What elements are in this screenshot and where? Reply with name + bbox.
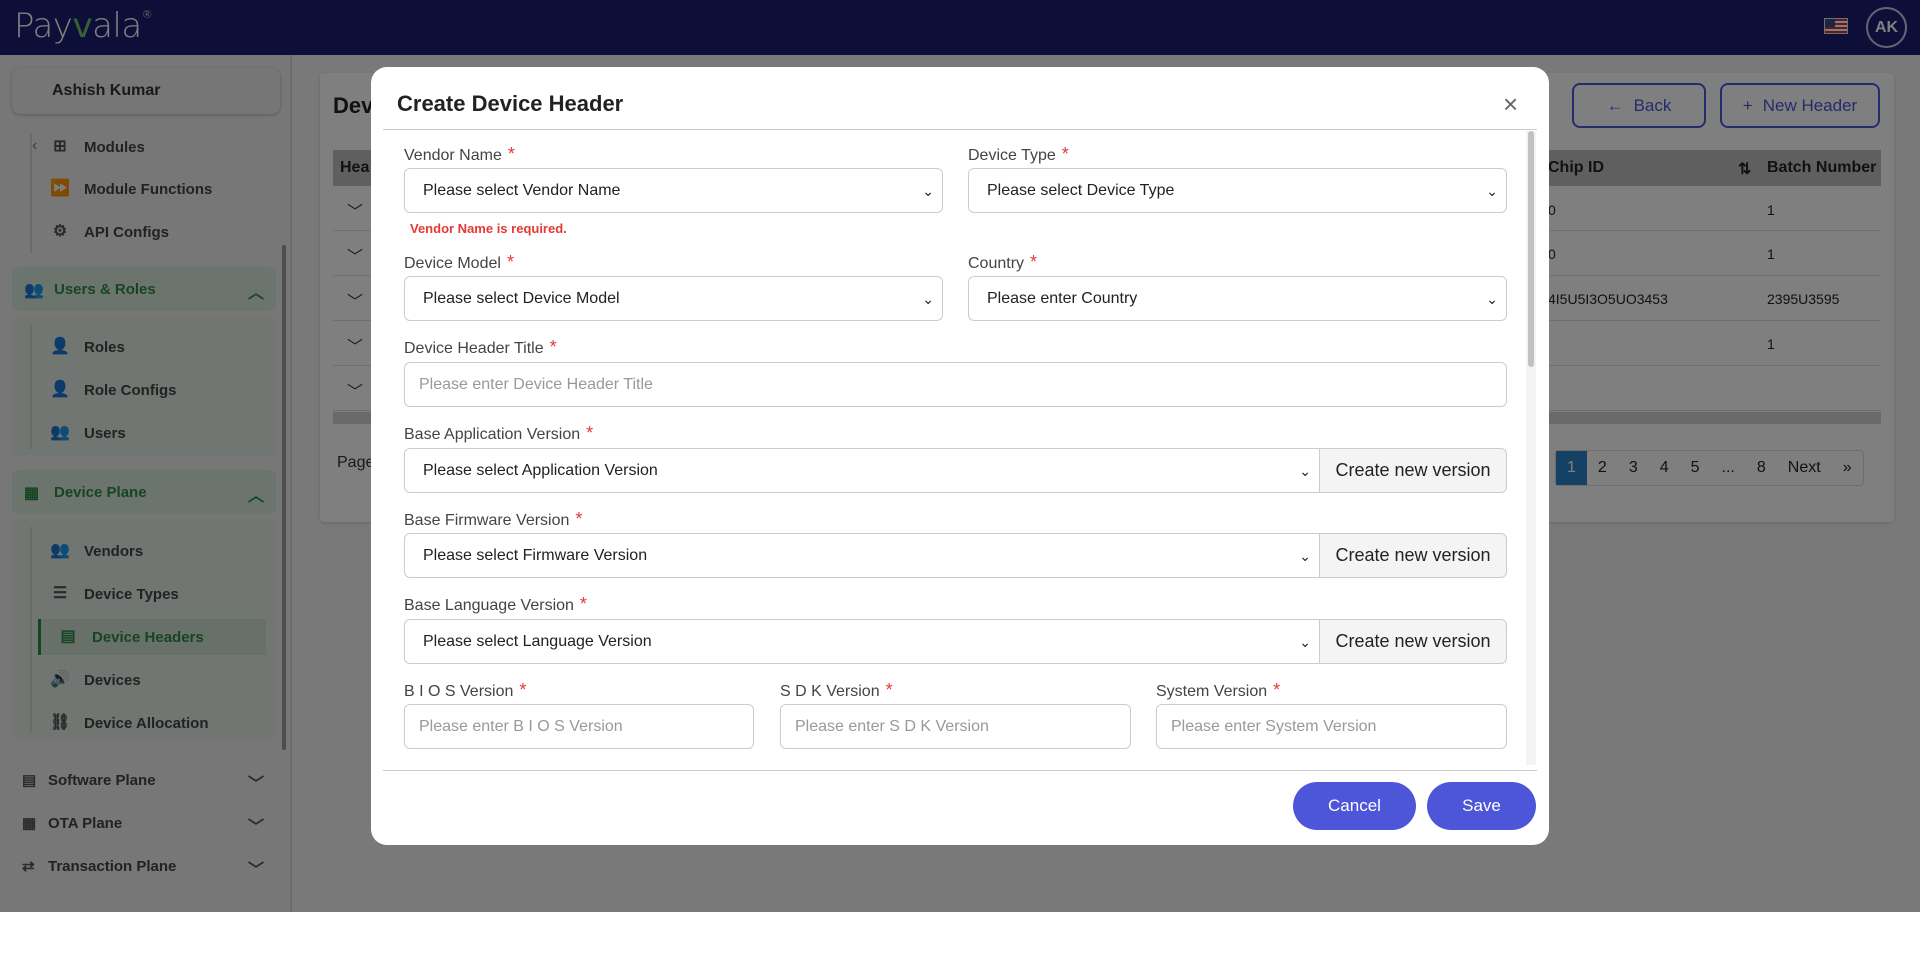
chevron-down-icon: ⌄	[1486, 183, 1498, 199]
base-language-version-label: Base Language Version *	[404, 594, 587, 614]
base-language-version-select[interactable]: Please select Language Version ⌄	[404, 619, 1320, 664]
chevron-down-icon: ⌄	[922, 183, 934, 199]
base-firmware-version-label: Base Firmware Version *	[404, 509, 583, 529]
divider	[383, 129, 1537, 130]
cancel-button[interactable]: Cancel	[1293, 782, 1416, 830]
device-type-select[interactable]: Please select Device Type ⌄	[968, 168, 1507, 213]
device-header-title-label: Device Header Title *	[404, 337, 557, 357]
modal-scrollbar[interactable]	[1526, 131, 1536, 765]
chevron-down-icon: ⌄	[1486, 291, 1498, 307]
chevron-down-icon: ⌄	[1299, 463, 1311, 479]
vendor-name-select[interactable]: Please select Vendor Name ⌄	[404, 168, 943, 213]
chevron-down-icon: ⌄	[1299, 548, 1311, 564]
bios-version-label: B I O S Version *	[404, 680, 527, 700]
app-root: Payvala® AK Ashish Kumar ‹ ⊞Modules ⏩Mod…	[0, 0, 1920, 912]
divider	[383, 770, 1537, 771]
sdk-version-input[interactable]: Please enter S D K Version	[780, 704, 1131, 749]
base-application-version-select[interactable]: Please select Application Version ⌄	[404, 448, 1320, 493]
modal-title: Create Device Header	[397, 91, 624, 116]
create-firmware-version-button[interactable]: Create new version	[1319, 533, 1507, 578]
chevron-down-icon: ⌄	[922, 291, 934, 307]
create-device-header-modal: Create Device Header × Vendor Name * Plea…	[371, 67, 1549, 845]
device-model-label: Device Model *	[404, 252, 514, 272]
country-label: Country *	[968, 252, 1038, 272]
base-application-version-label: Base Application Version *	[404, 423, 594, 443]
device-header-title-input[interactable]: Please enter Device Header Title	[404, 362, 1507, 407]
sdk-version-label: S D K Version *	[780, 680, 893, 700]
country-select[interactable]: Please enter Country ⌄	[968, 276, 1507, 321]
vendor-name-error: Vendor Name is required.	[410, 221, 567, 236]
create-app-version-button[interactable]: Create new version	[1319, 448, 1507, 493]
system-version-input[interactable]: Please enter System Version	[1156, 704, 1507, 749]
device-model-select[interactable]: Please select Device Model ⌄	[404, 276, 943, 321]
bios-version-input[interactable]: Please enter B I O S Version	[404, 704, 754, 749]
create-language-version-button[interactable]: Create new version	[1319, 619, 1507, 664]
system-version-label: System Version *	[1156, 680, 1281, 700]
device-type-label: Device Type *	[968, 144, 1069, 164]
close-icon[interactable]: ×	[1503, 89, 1518, 120]
save-button[interactable]: Save	[1427, 782, 1536, 830]
modal-body: Vendor Name * Please select Vendor Name ⌄ …	[383, 143, 1521, 765]
base-firmware-version-select[interactable]: Please select Firmware Version ⌄	[404, 533, 1320, 578]
vendor-name-label: Vendor Name *	[404, 144, 515, 164]
chevron-down-icon: ⌄	[1299, 634, 1311, 650]
